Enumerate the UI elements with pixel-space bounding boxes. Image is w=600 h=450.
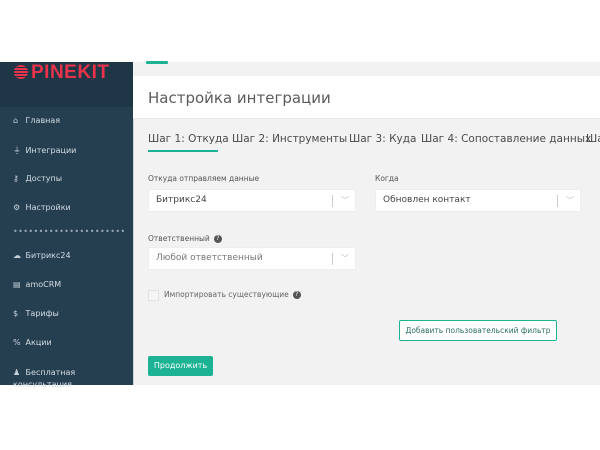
dollar-icon: $ [13, 309, 19, 318]
tab-step-2[interactable]: Шаг 2: Инструменты [232, 133, 347, 145]
sidebar-item-label: Акции [25, 338, 52, 347]
logo-icon [14, 65, 28, 79]
owner-value: Любой ответственный [156, 253, 263, 263]
sidebar-item-label: amoCRM [25, 280, 62, 289]
active-tab-underline [148, 150, 218, 152]
top-bar [133, 62, 600, 76]
import-checkbox[interactable] [148, 290, 159, 301]
sidebar-item-label: Бесплатная консультация [13, 368, 76, 389]
sidebar-item-label: Доступы [25, 174, 63, 183]
tab-step-5[interactable]: Шаг [586, 133, 600, 145]
sidebar-item-integrations[interactable]: ⏚ Интеграции [13, 145, 76, 156]
owner-label: Ответственный? [148, 234, 222, 243]
sidebar-item-label: Интеграции [25, 146, 77, 155]
when-select[interactable]: Обновлен контакт ﹀ [375, 189, 581, 212]
sidebar-item-consultation[interactable]: ♟ Бесплатная консультация [13, 367, 103, 391]
sidebar-item-label: Главная [25, 116, 61, 125]
sidebar-item-amocrm[interactable]: ▤ amoCRM [13, 280, 61, 289]
sidebar-item-label: Тарифы [25, 309, 59, 318]
import-label: Импортировать существующие? [164, 290, 301, 299]
tab-step-3[interactable]: Шаг 3: Куда [349, 133, 416, 145]
chevron-down-icon: ﹀ [566, 196, 574, 205]
tab-step-4[interactable]: Шаг 4: Сопоставление данных [421, 133, 591, 145]
page-title: Настройка интеграции [148, 89, 331, 107]
sidebar-item-label: Настройки [25, 203, 71, 212]
chevron-down-icon: ﹀ [341, 254, 349, 263]
when-label: Когда [375, 174, 399, 183]
when-value: Обновлен контакт [383, 195, 471, 205]
user-icon: ♟ [13, 368, 21, 377]
sidebar-item-settings[interactable]: ⚙ Настройки [13, 203, 71, 212]
plug-icon: ⏚ [13, 146, 21, 155]
home-icon: ⌂ [13, 116, 19, 125]
continue-button[interactable]: Продолжить [148, 356, 213, 376]
sidebar-item-bitrix24[interactable]: ☁ Битрикс24 [13, 251, 71, 260]
card-icon: ▤ [13, 280, 21, 289]
sidebar-item-access[interactable]: ⚷ Доступы [13, 174, 62, 183]
help-icon[interactable]: ? [292, 291, 301, 299]
sidebar-item-home[interactable]: ⌂ Главная [13, 116, 60, 125]
owner-label-text: Ответственный [148, 234, 210, 243]
source-value: Битрикс24 [156, 195, 207, 205]
sidebar-item-tariffs[interactable]: $ Тарифы [13, 309, 59, 318]
import-label-text: Импортировать существующие [164, 290, 289, 299]
sidebar-separator: •••••••••••••••••••••• [13, 227, 126, 236]
key-icon: ⚷ [13, 174, 19, 183]
logo[interactable]: PINEKIT [14, 62, 109, 84]
active-indicator [146, 61, 168, 64]
tab-step-1[interactable]: Шаг 1: Откуда [148, 133, 229, 145]
sidebar-item-promos[interactable]: % Акции [13, 338, 52, 347]
owner-select[interactable]: Любой ответственный ﹀ [148, 247, 356, 270]
logo-area: PINEKIT [0, 62, 133, 107]
cloud-icon: ☁ [13, 251, 21, 260]
gears-icon: ⚙ [13, 203, 21, 212]
help-icon[interactable]: ? [213, 235, 222, 243]
logo-text: PINEKIT [31, 62, 110, 83]
add-custom-filter-button[interactable]: Добавить пользовательский фильтр [399, 320, 557, 341]
source-select[interactable]: Битрикс24 ﹀ [148, 189, 356, 212]
source-label: Откуда отправляем данные [148, 174, 260, 183]
chevron-down-icon: ﹀ [341, 196, 349, 205]
percent-icon: % [13, 338, 21, 347]
sidebar: PINEKIT ⌂ Главная ⏚ Интеграции ⚷ Доступы… [0, 62, 133, 389]
sidebar-item-label: Битрикс24 [25, 251, 71, 260]
